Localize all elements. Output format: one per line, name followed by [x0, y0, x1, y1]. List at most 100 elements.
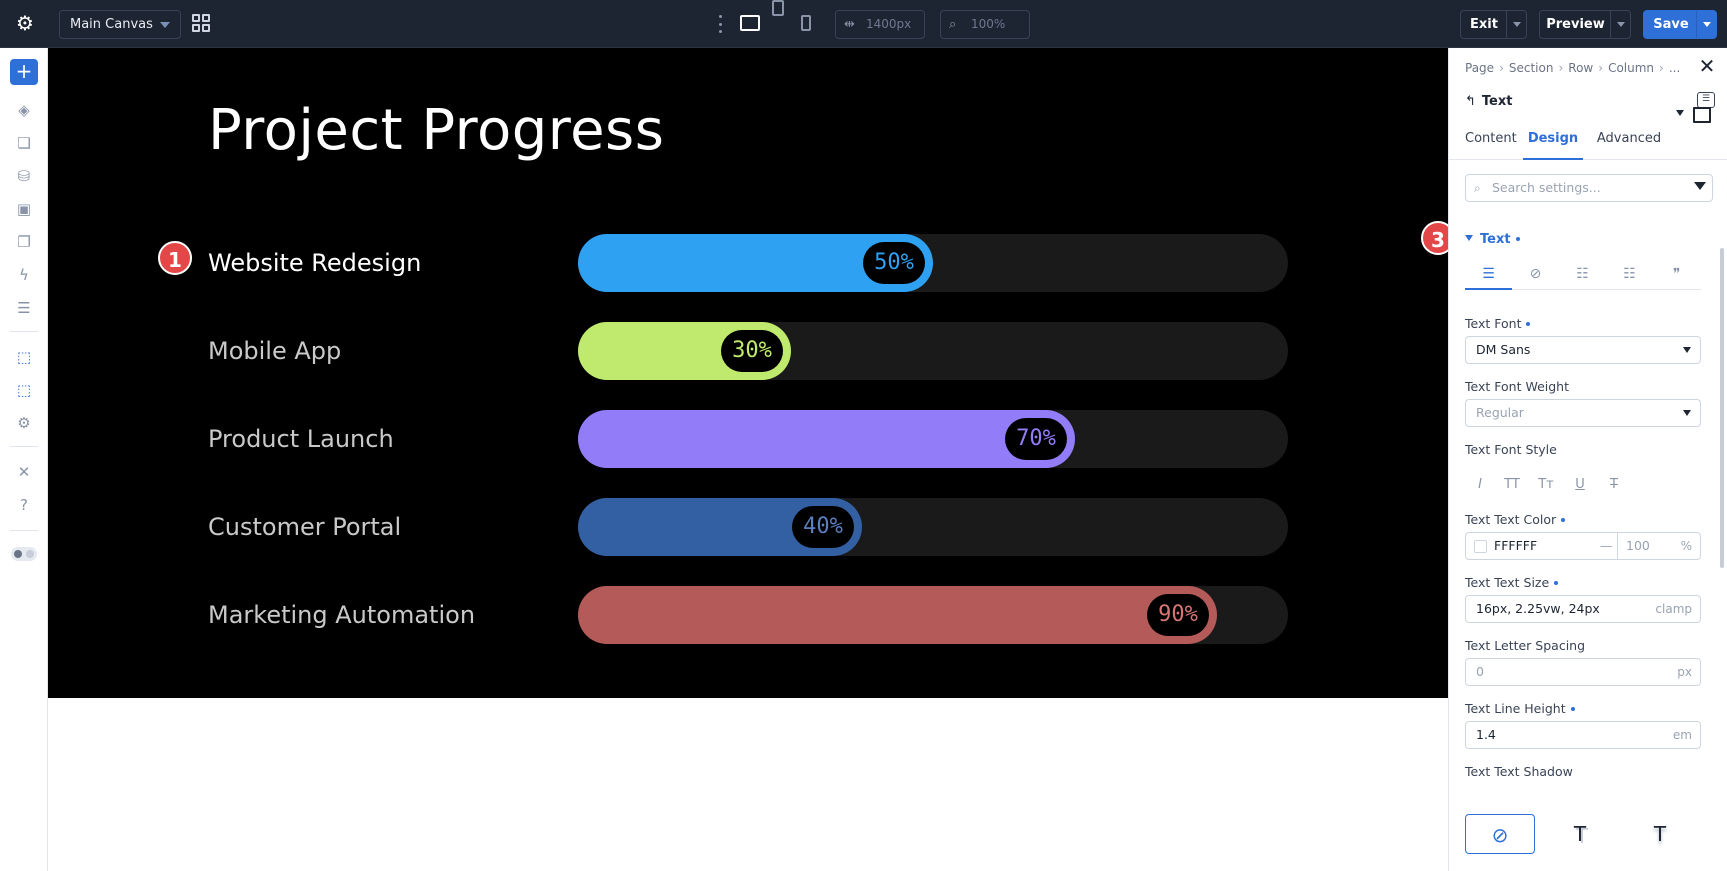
- text-font-weight-label: Text Font Weight: [1465, 379, 1569, 394]
- breadcrumb-row[interactable]: Row: [1568, 61, 1593, 75]
- letter-spacing-value: 0: [1476, 664, 1484, 679]
- theme-toggle[interactable]: [11, 547, 37, 561]
- strikethrough-icon[interactable]: T: [1599, 474, 1629, 496]
- exit-dropdown-icon[interactable]: [1506, 11, 1526, 38]
- breadcrumb-column[interactable]: Column: [1608, 61, 1654, 75]
- step-badge-1: 1: [158, 241, 192, 275]
- breadcrumb-more[interactable]: ...: [1669, 61, 1680, 75]
- interactions-lightning-icon[interactable]: ϟ: [14, 265, 34, 285]
- shadow-preset-1-icon[interactable]: T: [1545, 814, 1615, 854]
- add-element-button[interactable]: +: [10, 59, 38, 85]
- progress-row: Product Launch 70%: [48, 410, 1448, 468]
- progress-fill: [578, 410, 1075, 468]
- breadcrumb-page[interactable]: Page: [1465, 61, 1494, 75]
- click-mode-icon[interactable]: ⬚: [14, 347, 34, 367]
- preview-button[interactable]: Preview: [1539, 10, 1631, 39]
- tab-content[interactable]: Content: [1465, 118, 1517, 160]
- line-height-unit[interactable]: em: [1673, 722, 1692, 748]
- letter-spacing-unit[interactable]: px: [1677, 659, 1692, 685]
- zoom-value: 100%: [971, 17, 1006, 31]
- chevron-right-icon: ›: [1598, 61, 1604, 75]
- canvas-width-field[interactable]: ⇹ 1400px: [835, 10, 925, 39]
- search-icon: ⌕: [1474, 181, 1481, 195]
- align-left-icon[interactable]: ☰: [1465, 260, 1512, 290]
- tab-advanced[interactable]: Advanced: [1592, 118, 1666, 160]
- uppercase-icon[interactable]: TT: [1497, 474, 1527, 496]
- tab-menu-caret-icon[interactable]: [1676, 110, 1684, 116]
- shadow-preset-2-icon[interactable]: T: [1625, 814, 1695, 854]
- settings-gear-icon[interactable]: ⚙: [14, 12, 36, 34]
- width-arrows-icon: ⇹: [844, 17, 855, 32]
- page-title[interactable]: Project Progress: [208, 96, 664, 166]
- no-shadow-icon[interactable]: ⊘: [1465, 814, 1535, 854]
- back-arrow-icon[interactable]: ↰: [1465, 94, 1476, 109]
- presets-icon[interactable]: ☰: [1697, 92, 1715, 108]
- link-icon[interactable]: ⊘: [1512, 260, 1559, 290]
- modified-dot-icon: [1561, 518, 1566, 522]
- zoom-field[interactable]: ⌕ 100%: [940, 10, 1030, 39]
- search-icon: ⌕: [949, 17, 957, 32]
- unordered-list-icon[interactable]: ☷: [1559, 260, 1606, 290]
- settings-search-input[interactable]: ⌕ Search settings...: [1465, 174, 1713, 202]
- progress-row: Marketing Automation 90%: [48, 586, 1448, 644]
- layers-icon[interactable]: ◈: [14, 100, 34, 120]
- quote-icon[interactable]: ❞: [1653, 260, 1700, 290]
- structure-icon[interactable]: ☰: [14, 298, 34, 318]
- line-height-label: Text Line Height: [1465, 701, 1575, 716]
- chevron-down-icon: [1683, 347, 1691, 353]
- letter-spacing-label: Text Letter Spacing: [1465, 638, 1586, 653]
- phone-view-icon[interactable]: [801, 15, 811, 31]
- progress-label[interactable]: Product Launch: [208, 424, 394, 454]
- text-font-label: Text Font: [1465, 316, 1531, 331]
- canvas-select[interactable]: Main Canvas: [59, 10, 181, 39]
- layouts-grid-icon[interactable]: [192, 14, 210, 32]
- more-options-icon[interactable]: [719, 15, 723, 33]
- pages-icon[interactable]: ❐: [14, 232, 34, 252]
- preview-dropdown-icon[interactable]: [1610, 11, 1630, 38]
- responsive-settings-icon[interactable]: ⚙: [14, 413, 34, 433]
- help-icon[interactable]: ?: [14, 495, 34, 515]
- line-height-input[interactable]: 1.4 em: [1465, 721, 1701, 749]
- letter-spacing-input[interactable]: 0 px: [1465, 658, 1701, 686]
- tab-design[interactable]: Design: [1523, 118, 1583, 160]
- text-color-field[interactable]: FFFFFF — 100 %: [1465, 532, 1701, 560]
- line-height-label-text: Text Line Height: [1465, 701, 1566, 716]
- main-canvas: Project Progress Website Redesign 50% Mobi…: [48, 48, 1448, 871]
- text-size-unit[interactable]: clamp: [1655, 596, 1692, 622]
- progress-label[interactable]: Marketing Automation: [208, 600, 475, 630]
- modified-dot-icon: [1515, 237, 1520, 241]
- progress-label[interactable]: Website Redesign: [208, 248, 421, 278]
- fullscreen-panel-icon[interactable]: [1693, 107, 1711, 123]
- color-swatch[interactable]: [1474, 540, 1487, 553]
- hover-mode-icon[interactable]: ⬚: [14, 380, 34, 400]
- capitalize-icon[interactable]: Tт: [1531, 474, 1561, 496]
- text-alignment-tabs: ☰ ⊘ ☷ ☷ ❞: [1465, 260, 1701, 290]
- database-icon[interactable]: ⛁: [14, 166, 34, 186]
- exit-button[interactable]: Exit: [1460, 10, 1527, 39]
- text-font-select[interactable]: DM Sans: [1465, 336, 1701, 364]
- progress-row: Customer Portal 40%: [48, 498, 1448, 556]
- ordered-list-icon[interactable]: ☷: [1606, 260, 1653, 290]
- chevron-right-icon: ›: [1499, 61, 1504, 75]
- save-button[interactable]: Save: [1643, 10, 1717, 39]
- color-opacity-value[interactable]: 100: [1626, 533, 1650, 559]
- canvas-width-value: 1400px: [866, 17, 912, 31]
- tools-icon[interactable]: ✕: [14, 462, 34, 482]
- underline-icon[interactable]: U: [1565, 474, 1595, 496]
- global-variables-icon[interactable]: ▣: [14, 199, 34, 219]
- italic-icon[interactable]: I: [1465, 474, 1495, 496]
- panel-scrollbar[interactable]: [1720, 248, 1724, 568]
- text-group-header[interactable]: Text: [1465, 232, 1520, 247]
- text-font-weight-select[interactable]: Regular: [1465, 399, 1701, 427]
- filter-icon[interactable]: [1694, 182, 1706, 190]
- tablet-view-icon[interactable]: [772, 0, 784, 16]
- progress-label[interactable]: Customer Portal: [208, 512, 401, 542]
- chevron-right-icon: ›: [1558, 61, 1564, 75]
- save-dropdown-icon[interactable]: [1696, 11, 1716, 38]
- breadcrumb-section[interactable]: Section: [1509, 61, 1554, 75]
- desktop-view-icon[interactable]: [740, 15, 760, 31]
- progress-label[interactable]: Mobile App: [208, 336, 341, 366]
- close-icon[interactable]: ✕: [1697, 56, 1717, 76]
- text-size-input[interactable]: 16px, 2.25vw, 24px clamp: [1465, 595, 1701, 623]
- library-icon[interactable]: ❏: [14, 133, 34, 153]
